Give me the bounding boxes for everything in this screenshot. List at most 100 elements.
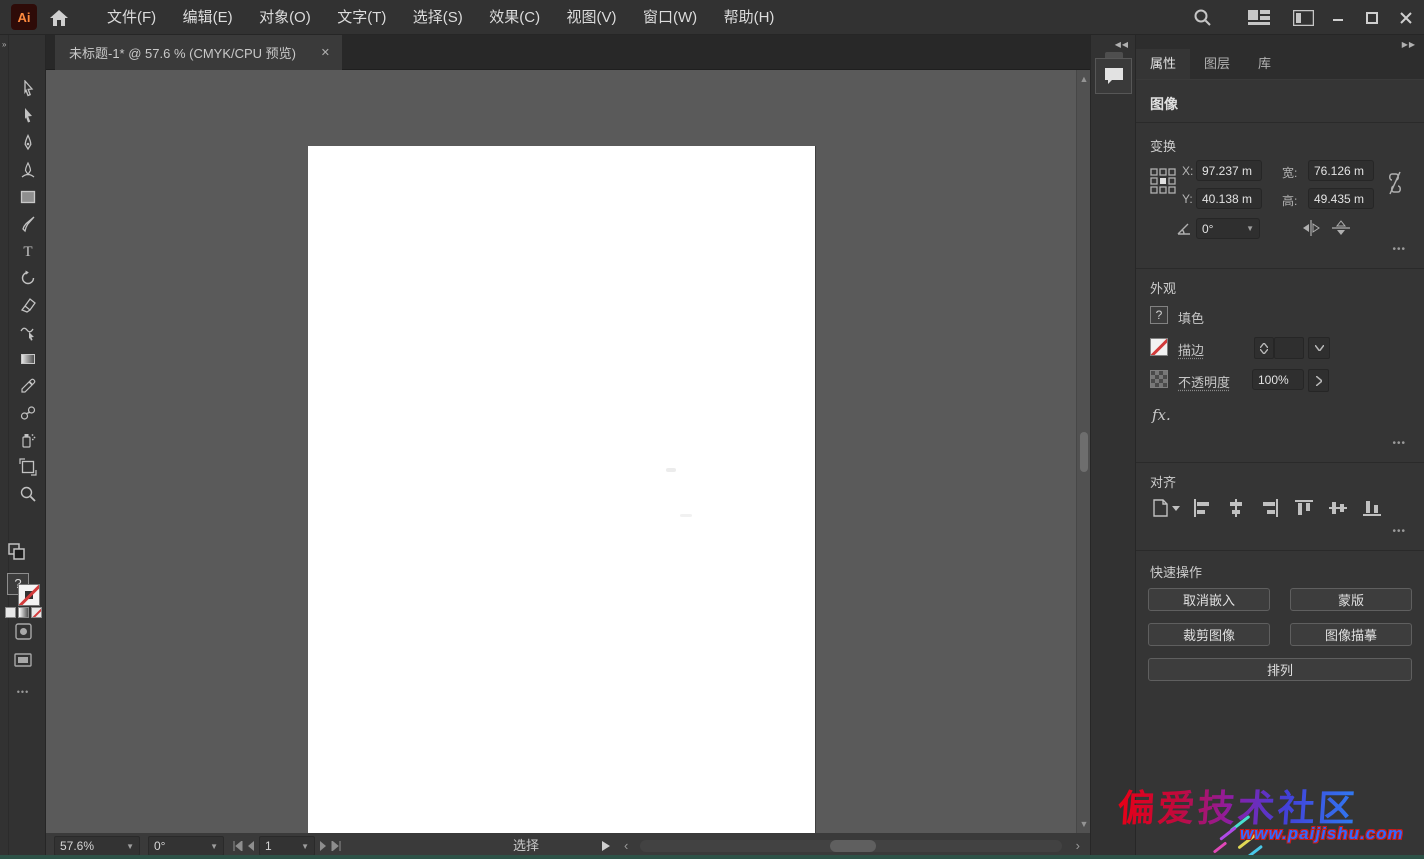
- opacity-swatch[interactable]: [1150, 370, 1168, 388]
- height-field[interactable]: [1308, 188, 1374, 209]
- appearance-more-options[interactable]: •••: [1392, 438, 1406, 449]
- unembed-button[interactable]: 取消嵌入: [1148, 588, 1270, 611]
- eyedropper-tool[interactable]: [9, 372, 46, 399]
- stroke-weight-value[interactable]: [1274, 337, 1304, 359]
- blend-tool[interactable]: [9, 399, 46, 426]
- tab-libraries[interactable]: 库: [1244, 49, 1285, 79]
- minimize-button[interactable]: [1320, 0, 1356, 35]
- menu-select[interactable]: 选择(S): [402, 0, 474, 35]
- image-trace-button[interactable]: 图像描摹: [1290, 623, 1412, 646]
- crop-image-button[interactable]: 裁剪图像: [1148, 623, 1270, 646]
- flip-horizontal-button[interactable]: [1302, 220, 1320, 236]
- comments-panel-button[interactable]: [1095, 58, 1132, 94]
- artboard-number-select[interactable]: 1 ▼: [259, 836, 315, 856]
- tab-properties[interactable]: 属性: [1136, 49, 1190, 79]
- direct-selection-tool[interactable]: [9, 102, 46, 129]
- constrain-proportions-icon[interactable]: [1386, 170, 1404, 196]
- gradient-tool[interactable]: [9, 345, 46, 372]
- stroke-swatch[interactable]: [1150, 338, 1168, 356]
- rotate-tool[interactable]: [9, 264, 46, 291]
- opacity-menu-button[interactable]: [1308, 369, 1329, 392]
- scroll-up-icon[interactable]: ▲: [1077, 72, 1090, 86]
- curvature-tool[interactable]: [9, 156, 46, 183]
- rotation-select[interactable]: 0° ▼: [148, 836, 224, 856]
- y-field[interactable]: [1196, 188, 1262, 209]
- x-field[interactable]: [1196, 160, 1262, 181]
- first-artboard-icon[interactable]: [232, 841, 243, 851]
- align-left-button[interactable]: [1192, 498, 1212, 518]
- screen-mode-button[interactable]: [0, 653, 46, 667]
- fx-button[interactable]: fx.: [1152, 406, 1171, 424]
- menu-file[interactable]: 文件(F): [96, 0, 167, 35]
- expand-panel-icon[interactable]: ▶▶: [1402, 40, 1416, 49]
- menu-window[interactable]: 窗口(W): [632, 0, 708, 35]
- color-button[interactable]: [5, 607, 16, 618]
- tab-close-icon[interactable]: ✕: [321, 46, 330, 59]
- stroke-unit-select[interactable]: [1308, 337, 1330, 359]
- canvas[interactable]: ▲ ▼: [46, 70, 1090, 833]
- none-button[interactable]: [31, 607, 42, 618]
- home-button[interactable]: [46, 6, 72, 29]
- fill-swatch[interactable]: ?: [1150, 306, 1168, 324]
- stroke-label[interactable]: 描边: [1178, 340, 1204, 359]
- eraser-tool[interactable]: [9, 291, 46, 318]
- align-horizontal-center-button[interactable]: [1226, 498, 1246, 518]
- artboard-page[interactable]: [308, 146, 815, 833]
- menu-view[interactable]: 视图(V): [556, 0, 628, 35]
- opacity-field[interactable]: [1252, 369, 1304, 390]
- opacity-label[interactable]: 不透明度: [1178, 372, 1230, 391]
- horizontal-scrollbar[interactable]: [640, 840, 1062, 852]
- draw-normal-icon[interactable]: [8, 543, 28, 561]
- prev-artboard-icon[interactable]: [247, 841, 255, 851]
- draw-mode-button[interactable]: [0, 623, 46, 640]
- last-artboard-icon[interactable]: [331, 841, 342, 851]
- pen-tool[interactable]: [9, 129, 46, 156]
- close-button[interactable]: [1388, 0, 1424, 35]
- transform-more-options[interactable]: •••: [1392, 244, 1406, 255]
- artboard-tool[interactable]: [9, 453, 46, 480]
- edit-toolbar-button[interactable]: •••: [0, 687, 46, 697]
- collapse-dock-icon[interactable]: ◀◀: [1115, 40, 1129, 49]
- align-more-options[interactable]: •••: [1392, 526, 1406, 537]
- rotation-angle-select[interactable]: 0° ▼: [1196, 218, 1260, 239]
- gradient-button[interactable]: [18, 607, 29, 618]
- document-tab[interactable]: 未标题-1* @ 57.6 % (CMYK/CPU 预览) ✕: [55, 35, 342, 70]
- toolbar-expand-icon[interactable]: »: [2, 40, 7, 49]
- maximize-button[interactable]: [1354, 0, 1390, 35]
- type-tool[interactable]: T: [9, 237, 46, 264]
- align-right-button[interactable]: [1260, 498, 1280, 518]
- width-field[interactable]: [1308, 160, 1374, 181]
- next-artboard-icon[interactable]: [319, 841, 327, 851]
- zoom-tool[interactable]: [9, 480, 46, 507]
- align-vertical-center-button[interactable]: [1328, 498, 1348, 518]
- fill-label[interactable]: 填色: [1178, 308, 1204, 327]
- vscroll-thumb[interactable]: [1080, 432, 1088, 472]
- scroll-down-icon[interactable]: ▼: [1077, 817, 1090, 831]
- menu-object[interactable]: 对象(O): [248, 0, 322, 35]
- shaper-tool[interactable]: [9, 318, 46, 345]
- vertical-scrollbar[interactable]: ▲ ▼: [1076, 70, 1090, 833]
- search-button[interactable]: [1188, 0, 1216, 35]
- menu-type[interactable]: 文字(T): [326, 0, 397, 35]
- flip-vertical-button[interactable]: [1332, 220, 1350, 236]
- arrange-button[interactable]: 排列: [1148, 658, 1412, 681]
- arrange-documents-button[interactable]: [1244, 0, 1274, 35]
- workspace-switcher-button[interactable]: [1288, 0, 1318, 35]
- stroke-color-swatch[interactable]: [18, 584, 40, 606]
- panel-expand-icon[interactable]: [602, 841, 610, 851]
- selection-tool[interactable]: [9, 75, 46, 102]
- mask-button[interactable]: 蒙版: [1290, 588, 1412, 611]
- align-top-button[interactable]: [1294, 498, 1314, 518]
- stroke-weight-stepper[interactable]: [1254, 337, 1274, 359]
- rectangle-tool[interactable]: [9, 183, 46, 210]
- zoom-level-select[interactable]: 57.6% ▼: [54, 836, 140, 856]
- reference-point-icon[interactable]: [1150, 168, 1176, 194]
- menu-help[interactable]: 帮助(H): [713, 0, 786, 35]
- tab-layers[interactable]: 图层: [1190, 49, 1244, 79]
- align-to-select[interactable]: [1150, 498, 1180, 518]
- hscroll-thumb[interactable]: [830, 840, 876, 852]
- menu-effect[interactable]: 效果(C): [478, 0, 551, 35]
- menu-edit[interactable]: 编辑(E): [172, 0, 244, 35]
- align-bottom-button[interactable]: [1362, 498, 1382, 518]
- symbol-sprayer-tool[interactable]: [9, 426, 46, 453]
